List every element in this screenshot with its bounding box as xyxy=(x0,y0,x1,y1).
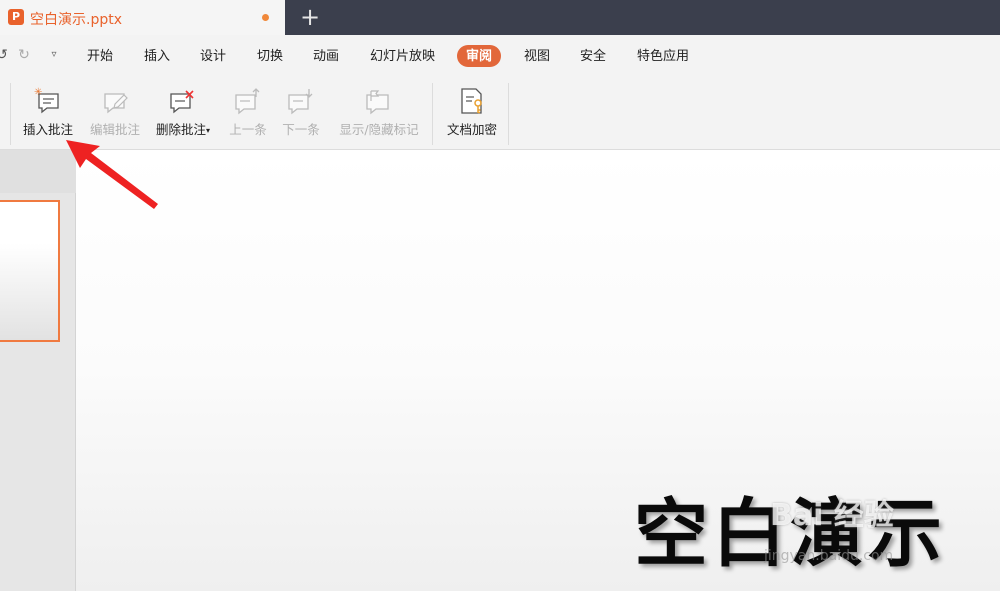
previous-comment-icon xyxy=(235,88,260,115)
redo-icon[interactable]: ↻ xyxy=(16,47,32,63)
show-hide-marks-icon xyxy=(366,90,389,115)
baidu-watermark-url: jingyan.baidu.com xyxy=(764,548,894,564)
edit-comment-button[interactable]: 编辑批注 xyxy=(84,85,146,141)
menu-item-insert[interactable]: 插入 xyxy=(144,45,170,67)
insert-comment-button[interactable]: ✳ 插入批注 xyxy=(14,85,82,141)
delete-comment-icon xyxy=(170,90,194,114)
menu-bar: ↺ ↻ ▿ 开始 插入 设计 切换 动画 幻灯片放映 审阅 视图 安全 特色应用 xyxy=(0,35,1000,77)
undo-icon[interactable]: ↺ xyxy=(0,47,10,63)
menu-item-security[interactable]: 安全 xyxy=(580,45,606,67)
delete-comment-label: 删除批注▾ xyxy=(155,122,211,137)
red-annotation-arrow-icon xyxy=(66,140,158,209)
document-tab[interactable]: P 空白演示.pptx xyxy=(0,0,285,35)
menu-item-animation[interactable]: 动画 xyxy=(313,45,339,67)
show-hide-marks-button[interactable]: 显示/隐藏标记 xyxy=(331,85,427,141)
new-tab-plus-icon[interactable]: + xyxy=(298,3,322,31)
unsaved-indicator-icon xyxy=(262,14,269,21)
menu-item-special-apps[interactable]: 特色应用 xyxy=(637,45,689,67)
next-comment-button[interactable]: 下一条 xyxy=(275,85,327,141)
encrypt-document-button[interactable]: 文档加密 xyxy=(440,85,504,141)
document-lock-icon xyxy=(461,88,482,114)
baidu-watermark: Bai 经验 xyxy=(770,498,894,533)
menu-item-design[interactable]: 设计 xyxy=(200,45,226,67)
edit-comment-label: 编辑批注 xyxy=(89,122,140,137)
ribbon-divider xyxy=(10,83,11,145)
menu-item-view[interactable]: 视图 xyxy=(524,45,550,67)
dropdown-caret-icon: ▾ xyxy=(206,126,211,135)
insert-comment-label: 插入批注 xyxy=(22,122,73,137)
ribbon-divider xyxy=(508,83,509,145)
show-hide-marks-label: 显示/隐藏标记 xyxy=(339,122,419,137)
title-bar: P 空白演示.pptx + xyxy=(0,0,1000,35)
edit-comment-icon xyxy=(104,93,128,114)
ribbon-divider xyxy=(432,83,433,145)
next-comment-label: 下一条 xyxy=(282,122,320,137)
menu-item-transition[interactable]: 切换 xyxy=(257,45,283,67)
document-tab-label: 空白演示.pptx xyxy=(30,12,122,28)
insert-comment-icon: ✳ xyxy=(34,87,59,114)
delete-comment-button[interactable]: 删除批注▾ xyxy=(148,85,218,141)
menu-item-home[interactable]: 开始 xyxy=(87,45,113,67)
encrypt-document-label: 文档加密 xyxy=(446,122,497,137)
svg-text:✳: ✳ xyxy=(34,87,42,98)
previous-comment-label: 上一条 xyxy=(229,122,267,137)
next-comment-icon xyxy=(288,89,313,115)
quick-access-dropdown-icon[interactable]: ▿ xyxy=(46,47,62,63)
menu-item-review[interactable]: 审阅 xyxy=(457,45,502,67)
slide-thumbnail[interactable] xyxy=(0,200,60,342)
presentation-app-icon: P xyxy=(8,9,24,25)
previous-comment-button[interactable]: 上一条 xyxy=(222,85,274,141)
menu-item-slideshow[interactable]: 幻灯片放映 xyxy=(370,45,435,67)
